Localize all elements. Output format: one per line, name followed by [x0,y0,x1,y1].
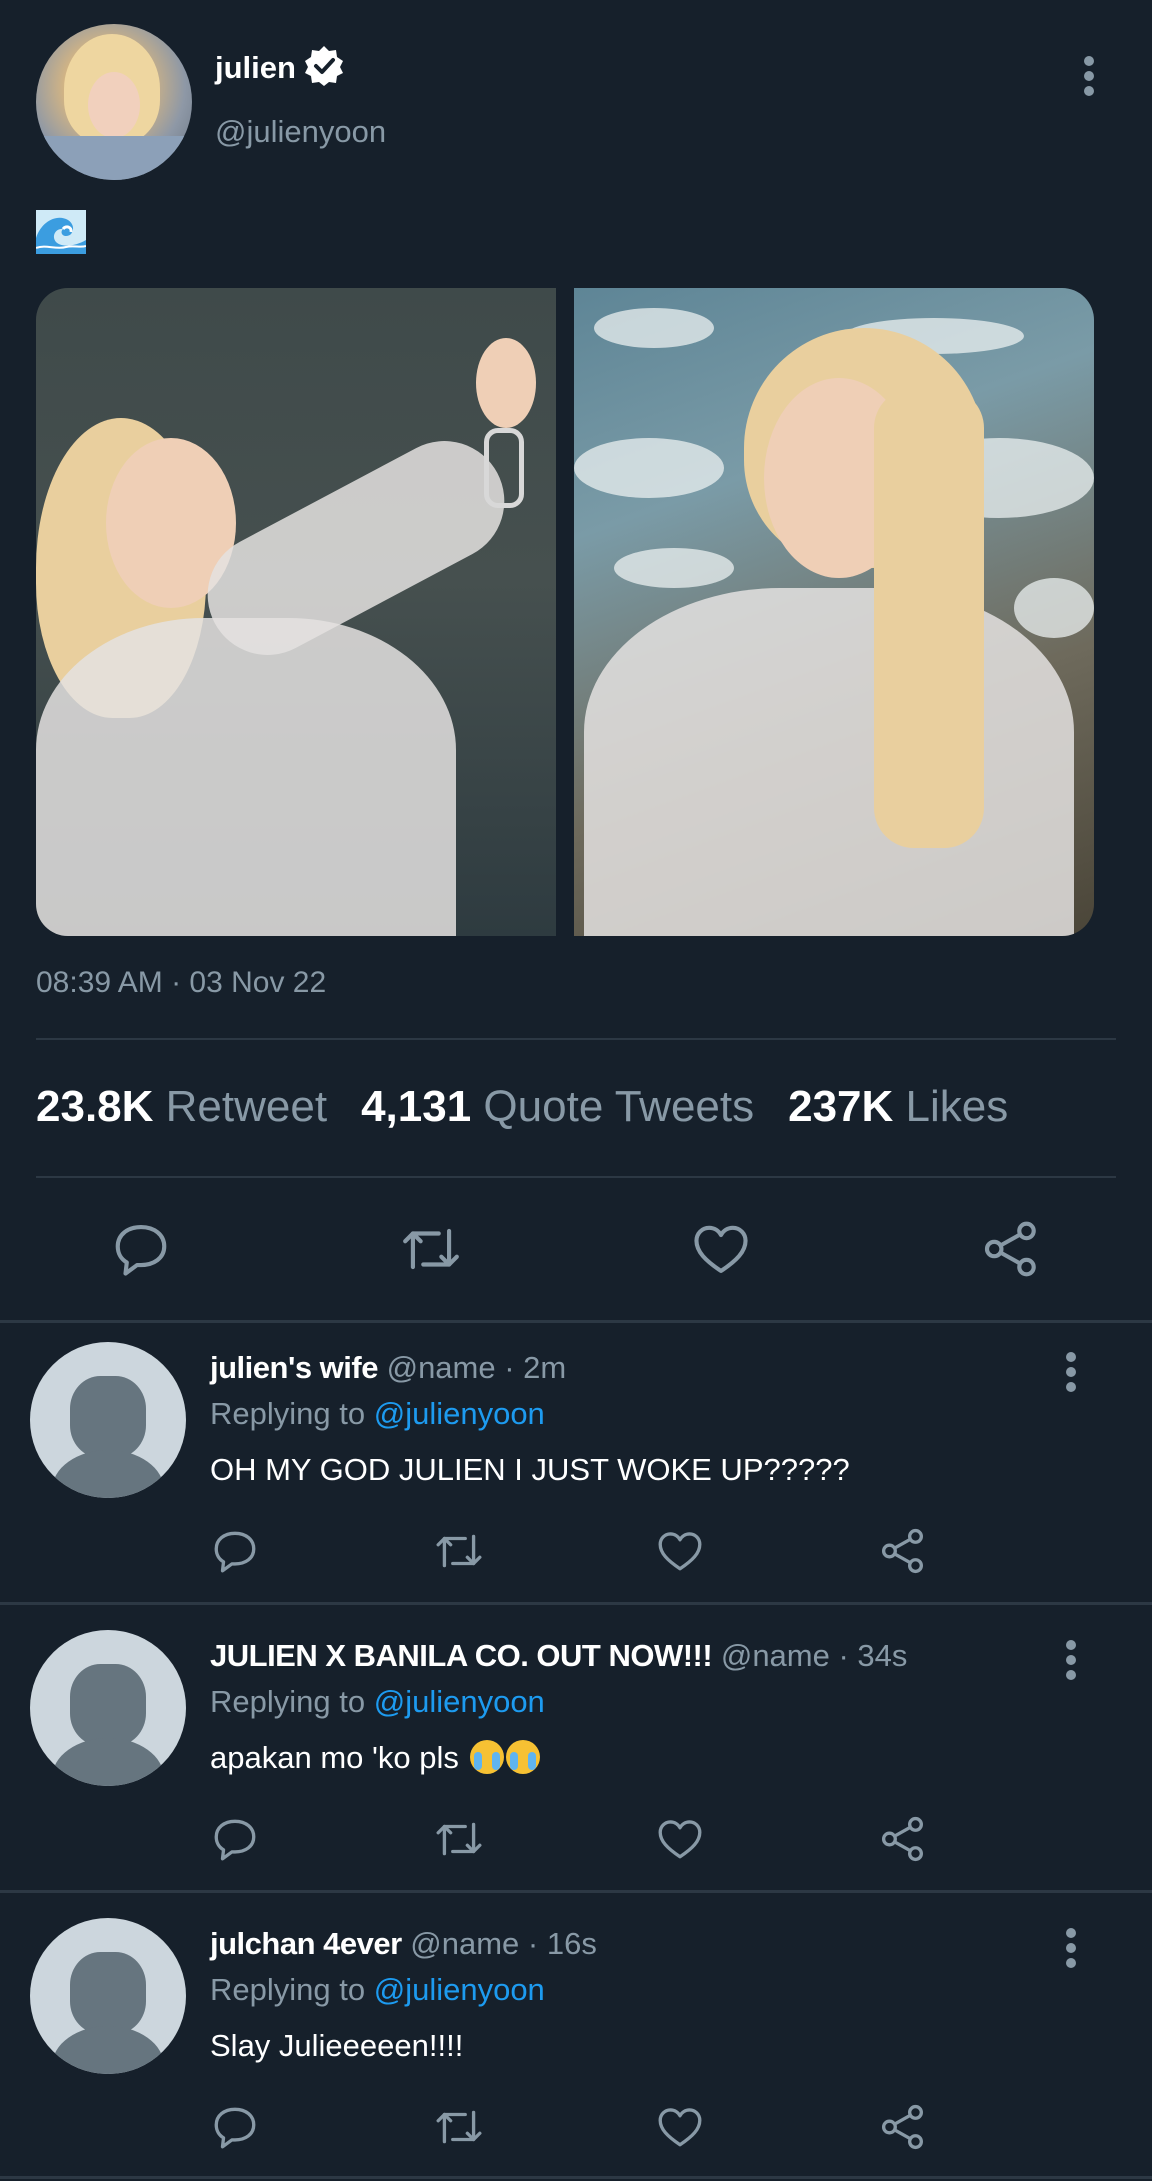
share-icon[interactable] [878,1814,928,1864]
verified-badge-icon [302,44,346,88]
like-icon[interactable] [655,2102,705,2152]
reply-icon[interactable] [210,1526,260,1576]
media-photo-2[interactable] [574,288,1094,936]
replying-to-line: Replying to @julienyoon [210,1972,545,2008]
reply-text-line: apakan mo 'ko pls [210,1740,540,1776]
more-options-icon[interactable] [1065,1928,1077,1968]
water-wave-emoji-icon [35,210,87,254]
more-options-icon[interactable] [1065,1352,1077,1392]
reply-header: JULIEN X BANILA CO. OUT NOW!!! @name · 3… [210,1638,907,1674]
divider [36,1176,1116,1178]
replying-to-label: Replying to [210,1972,374,2007]
loudly-crying-face-icon [505,1740,540,1774]
reply-header: julien's wife @name · 2m [210,1350,566,1386]
tweet-media[interactable] [36,288,1094,936]
loudly-crying-face-icon [469,1740,504,1774]
reply-avatar-default[interactable] [30,1918,186,2074]
author-avatar[interactable] [36,24,192,180]
retweets-stat[interactable]: 23.8K Retweet [36,1082,327,1131]
reply-icon[interactable] [210,1814,260,1864]
reply-avatar-default[interactable] [30,1342,186,1498]
replying-to-mention[interactable]: @julienyoon [374,1396,545,1431]
reply-icon[interactable] [110,1218,172,1280]
reply-meta: @name · 34s [720,1638,908,1673]
retweet-icon[interactable] [398,1218,464,1280]
reply-avatar-default[interactable] [30,1630,186,1786]
replying-to-label: Replying to [210,1684,374,1719]
divider [0,1602,1152,1605]
replying-to-line: Replying to @julienyoon [210,1684,545,1720]
tweet-timestamp: 08:39 AM · 03 Nov 22 [36,966,327,999]
likes-label: Likes [905,1082,1009,1131]
reply-author-name[interactable]: julchan 4ever [210,1926,402,1961]
replying-to-line: Replying to @julienyoon [210,1396,545,1432]
like-icon[interactable] [690,1218,752,1280]
media-photo-1[interactable] [36,288,556,936]
likes-count: 237K [788,1082,894,1131]
divider [0,1320,1152,1323]
quotes-label: Quote Tweets [483,1082,755,1131]
reply-meta: @name · 2m [386,1350,567,1385]
divider [0,2176,1152,2179]
divider [0,1890,1152,1893]
reply-text: OH MY GOD JULIEN I JUST WOKE UP????? [210,1452,850,1487]
reply-text: apakan mo 'ko pls [210,1740,459,1775]
share-icon[interactable] [878,2102,928,2152]
retweets-label: Retweet [165,1082,328,1131]
more-options-icon[interactable] [1065,1640,1077,1680]
author-name[interactable]: julien [215,50,296,86]
retweet-icon[interactable] [432,1526,486,1576]
retweets-count: 23.8K [36,1082,154,1131]
tweet-stats: 23.8K Retweet 4,131 Quote Tweets 237K Like… [36,1082,1008,1132]
quotes-count: 4,131 [361,1082,472,1131]
reply-meta: @name · 16s [410,1926,597,1961]
replying-to-mention[interactable]: @julienyoon [374,1972,545,2007]
reply-text: Slay Julieeeeen!!!! [210,2028,464,2063]
likes-stat[interactable]: 237K Likes [788,1082,1008,1131]
reply-author-name[interactable]: julien's wife [210,1350,378,1385]
share-icon[interactable] [878,1526,928,1576]
reply-header: julchan 4ever @name · 16s [210,1926,597,1962]
share-icon[interactable] [980,1218,1042,1280]
replying-to-label: Replying to [210,1396,374,1431]
like-icon[interactable] [655,1814,705,1864]
reply-icon[interactable] [210,2102,260,2152]
replying-to-mention[interactable]: @julienyoon [374,1684,545,1719]
divider [36,1038,1116,1040]
quotes-stat[interactable]: 4,131 Quote Tweets [361,1082,754,1131]
retweet-icon[interactable] [432,1814,486,1864]
author-handle[interactable]: @julienyoon [215,114,386,150]
reply-author-name[interactable]: JULIEN X BANILA CO. OUT NOW!!! [210,1638,713,1673]
like-icon[interactable] [655,1526,705,1576]
retweet-icon[interactable] [432,2102,486,2152]
more-options-icon[interactable] [1083,56,1095,96]
